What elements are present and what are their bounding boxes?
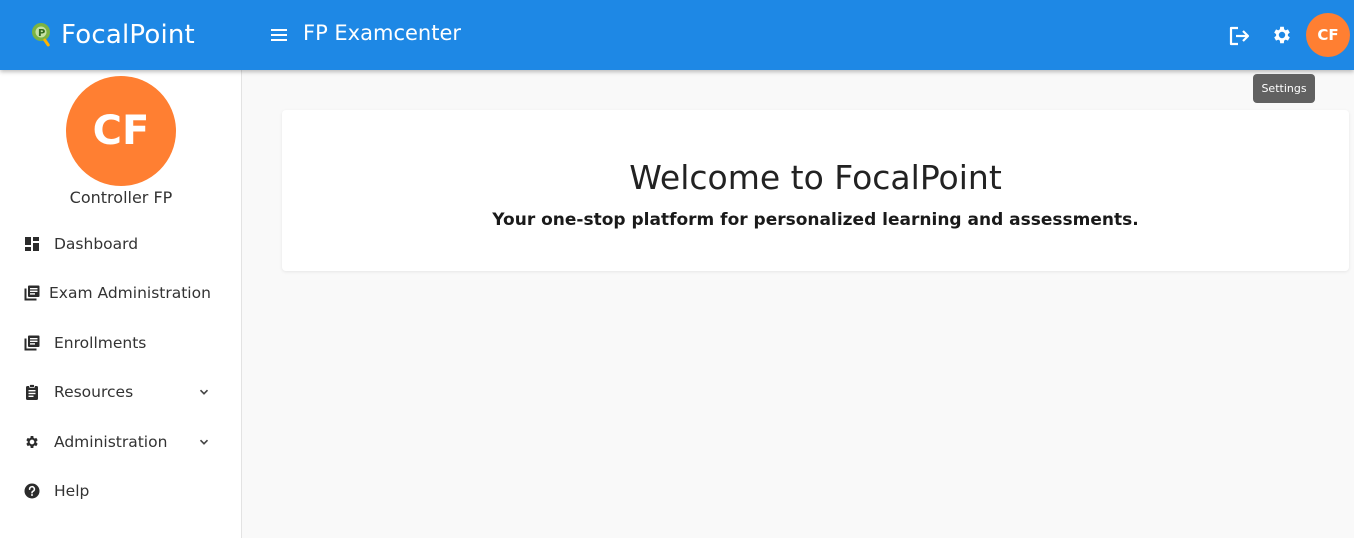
sidebar-item-label: Help	[54, 482, 90, 500]
welcome-title: Welcome to FocalPoint	[629, 158, 1002, 197]
dashboard-icon	[25, 237, 39, 251]
welcome-card: Welcome to FocalPoint Your one-stop plat…	[282, 110, 1349, 271]
settings-gear-icon[interactable]	[1271, 24, 1293, 46]
sidebar-item-label: Enrollments	[54, 334, 147, 352]
top-app-bar: P FocalPoint FP Examcenter CF	[0, 0, 1354, 70]
library-books-icon	[24, 335, 40, 351]
sidebar-item-resources[interactable]: Resources	[0, 372, 242, 412]
focalpoint-logo-icon: P	[32, 23, 50, 47]
library-books-icon	[24, 285, 40, 301]
sidebar: CF Controller FP Dashboard Exam Administ…	[0, 70, 242, 538]
assignment-icon	[26, 384, 38, 400]
help-circle-icon	[24, 483, 40, 499]
sidebar-item-label: Exam Administration	[49, 284, 211, 302]
sidebar-item-dashboard[interactable]: Dashboard	[0, 224, 242, 264]
sidebar-item-administration[interactable]: Administration	[0, 422, 242, 462]
profile-avatar: CF	[66, 76, 176, 186]
sidebar-item-help[interactable]: Help	[0, 471, 242, 511]
settings-tooltip: Settings	[1253, 74, 1315, 103]
menu-toggle-button[interactable]	[268, 24, 290, 46]
svg-text:P: P	[38, 28, 45, 39]
sidebar-item-label: Administration	[54, 433, 168, 451]
sidebar-item-label: Resources	[54, 383, 134, 401]
brand-name: FocalPoint	[61, 20, 195, 50]
logout-icon[interactable]	[1226, 23, 1252, 49]
sidebar-item-label: Dashboard	[54, 235, 139, 253]
menu-icon	[271, 29, 287, 31]
user-avatar-button[interactable]: CF	[1306, 13, 1350, 57]
welcome-subtitle: Your one-stop platform for personalized …	[492, 210, 1139, 230]
chevron-down-icon[interactable]	[198, 436, 210, 448]
brand[interactable]: P FocalPoint	[30, 18, 195, 52]
app-title: FP Examcenter	[303, 21, 462, 45]
profile-name: Controller FP	[69, 188, 173, 207]
gear-icon	[26, 436, 38, 448]
sidebar-item-exam-administration[interactable]: Exam Administration	[0, 273, 242, 313]
sidebar-item-enrollments[interactable]: Enrollments	[0, 323, 242, 363]
chevron-down-icon[interactable]	[198, 386, 210, 398]
